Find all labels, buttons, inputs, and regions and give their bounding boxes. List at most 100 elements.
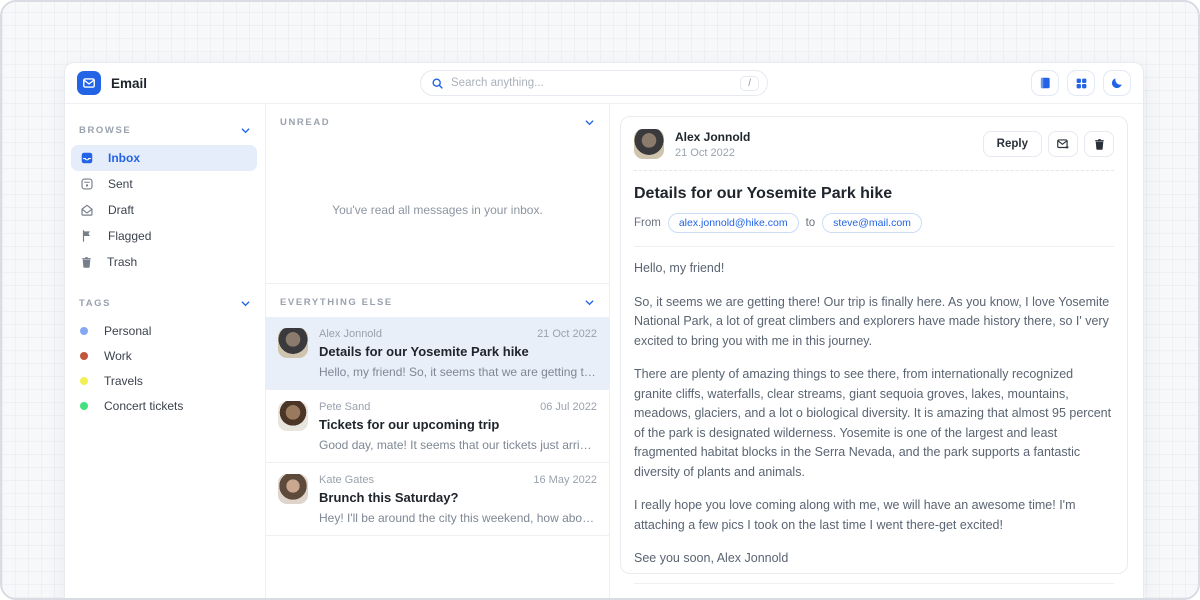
tag-item-concert-tickets[interactable]: Concert tickets bbox=[80, 393, 265, 418]
avatar bbox=[278, 401, 308, 431]
mark-unread-button[interactable] bbox=[1048, 131, 1078, 157]
sidebar-item-label: Draft bbox=[108, 203, 134, 217]
everything-else-section-header: EVERYTHING ELSE bbox=[266, 284, 609, 317]
mail-preview: Good day, mate! It seems that our ticket… bbox=[319, 438, 597, 452]
inbox-icon bbox=[80, 151, 94, 165]
avatar bbox=[278, 328, 308, 358]
sidebar-item-trash[interactable]: Trash bbox=[71, 249, 257, 275]
unread-label: UNREAD bbox=[280, 117, 330, 128]
sidebar: BROWSE Inbox Sent Draft bbox=[65, 104, 265, 600]
attachments-label: Attachments bbox=[634, 597, 1114, 600]
reply-button[interactable]: Reply bbox=[983, 131, 1042, 157]
flag-icon bbox=[80, 229, 94, 243]
sidebar-item-label: Sent bbox=[108, 177, 133, 191]
tag-item-work[interactable]: Work bbox=[80, 343, 265, 368]
moon-icon bbox=[1110, 76, 1124, 90]
from-to-row: From alex.jonnold@hike.com to steve@mail… bbox=[634, 213, 1114, 233]
body-paragraph: I really hope you love coming along with… bbox=[634, 496, 1114, 535]
mail-date: 06 Jul 2022 bbox=[540, 401, 597, 413]
delete-button[interactable] bbox=[1084, 131, 1114, 157]
mail-subject: Details for our Yosemite Park hike bbox=[319, 344, 597, 359]
tag-item-personal[interactable]: Personal bbox=[80, 318, 265, 343]
chevron-down-icon bbox=[240, 125, 251, 136]
everything-else-collapse-chevron[interactable] bbox=[584, 297, 595, 308]
app-title: Email bbox=[111, 76, 147, 91]
tag-label: Personal bbox=[104, 324, 151, 338]
chevron-down-icon bbox=[240, 298, 251, 309]
body-paragraph: Hello, my friend! bbox=[634, 259, 1114, 279]
dark-mode-toggle[interactable] bbox=[1103, 70, 1131, 96]
address-book-button[interactable] bbox=[1031, 70, 1059, 96]
envelope-plus-icon bbox=[1056, 137, 1070, 151]
sidebar-item-flagged[interactable]: Flagged bbox=[71, 223, 257, 249]
tag-label: Work bbox=[104, 349, 132, 363]
mail-subject: Brunch this Saturday? bbox=[319, 490, 597, 505]
sidebar-item-label: Flagged bbox=[108, 229, 151, 243]
viewport-frame: Email / bbox=[0, 0, 1200, 600]
top-bar: Email / bbox=[65, 63, 1143, 104]
from-email-pill[interactable]: alex.jonnold@hike.com bbox=[668, 213, 799, 233]
search-icon bbox=[431, 77, 444, 90]
tag-label: Travels bbox=[104, 374, 143, 388]
book-icon bbox=[1038, 76, 1052, 90]
mail-list-column: UNREAD You've read all messages in your … bbox=[265, 104, 610, 600]
detail-header: Alex Jonnold 21 Oct 2022 Reply bbox=[634, 129, 1114, 159]
topbar-actions bbox=[1031, 70, 1131, 96]
trash-icon bbox=[80, 256, 93, 269]
body-paragraph: See you soon, Alex Jonnold bbox=[634, 549, 1114, 569]
draft-icon bbox=[80, 203, 94, 217]
search-shortcut-badge: / bbox=[740, 76, 759, 91]
unread-empty-state: You've read all messages in your inbox. bbox=[266, 137, 609, 283]
search-bar[interactable]: / bbox=[420, 70, 768, 96]
mail-preview: Hey! I'll be around the city this weeken… bbox=[319, 511, 597, 525]
tag-item-travels[interactable]: Travels bbox=[80, 368, 265, 393]
apps-grid-button[interactable] bbox=[1067, 70, 1095, 96]
unread-section-header: UNREAD bbox=[266, 104, 609, 137]
email-body: Hello, my friend! So, it seems we are ge… bbox=[634, 259, 1114, 569]
mail-preview: Hello, my friend! So, it seems that we a… bbox=[319, 365, 597, 379]
mail-list-item[interactable]: Kate Gates 16 May 2022 Brunch this Satur… bbox=[266, 463, 609, 536]
detail-sender-name: Alex Jonnold bbox=[675, 130, 750, 144]
mail-sender: Alex Jonnold bbox=[319, 328, 382, 340]
tag-dot bbox=[80, 377, 88, 385]
tags-section-header: TAGS bbox=[65, 285, 265, 318]
app-logo bbox=[77, 71, 101, 95]
sender-avatar bbox=[634, 129, 664, 159]
detail-date: 21 Oct 2022 bbox=[675, 147, 750, 159]
everything-else-label: EVERYTHING ELSE bbox=[280, 297, 393, 308]
mail-sender: Pete Sand bbox=[319, 401, 370, 413]
mail-detail-card: Alex Jonnold 21 Oct 2022 Reply bbox=[620, 116, 1128, 574]
tag-label: Concert tickets bbox=[104, 399, 183, 413]
avatar bbox=[278, 474, 308, 504]
browse-label: BROWSE bbox=[79, 125, 131, 136]
sidebar-item-draft[interactable]: Draft bbox=[71, 197, 257, 223]
tags-label: TAGS bbox=[79, 298, 111, 309]
sidebar-item-label: Inbox bbox=[108, 151, 140, 165]
sidebar-item-label: Trash bbox=[107, 255, 137, 269]
to-label: to bbox=[806, 217, 816, 229]
browse-collapse-chevron[interactable] bbox=[240, 125, 251, 136]
unread-collapse-chevron[interactable] bbox=[584, 117, 595, 128]
chevron-down-icon bbox=[584, 117, 595, 128]
to-email-pill[interactable]: steve@mail.com bbox=[822, 213, 922, 233]
sidebar-item-inbox[interactable]: Inbox bbox=[71, 145, 257, 171]
unread-empty-message: You've read all messages in your inbox. bbox=[332, 203, 543, 217]
chevron-down-icon bbox=[584, 297, 595, 308]
tags-collapse-chevron[interactable] bbox=[240, 298, 251, 309]
email-app-window: Email / bbox=[64, 62, 1144, 600]
body-paragraph: So, it seems we are getting there! Our t… bbox=[634, 293, 1114, 352]
from-label: From bbox=[634, 217, 661, 229]
trash-icon bbox=[1093, 138, 1106, 151]
mail-list-item[interactable]: Alex Jonnold 21 Oct 2022 Details for our… bbox=[266, 317, 609, 390]
search-input[interactable] bbox=[451, 77, 740, 89]
tag-dot bbox=[80, 327, 88, 335]
tag-dot bbox=[80, 402, 88, 410]
detail-subject: Details for our Yosemite Park hike bbox=[634, 185, 1114, 203]
body-divider bbox=[634, 246, 1114, 247]
browse-section-header: BROWSE bbox=[65, 112, 265, 145]
mail-detail-column: Alex Jonnold 21 Oct 2022 Reply bbox=[610, 104, 1143, 600]
sidebar-item-sent[interactable]: Sent bbox=[71, 171, 257, 197]
mail-date: 16 May 2022 bbox=[533, 474, 597, 486]
tag-dot bbox=[80, 352, 88, 360]
mail-list-item[interactable]: Pete Sand 06 Jul 2022 Tickets for our up… bbox=[266, 390, 609, 463]
